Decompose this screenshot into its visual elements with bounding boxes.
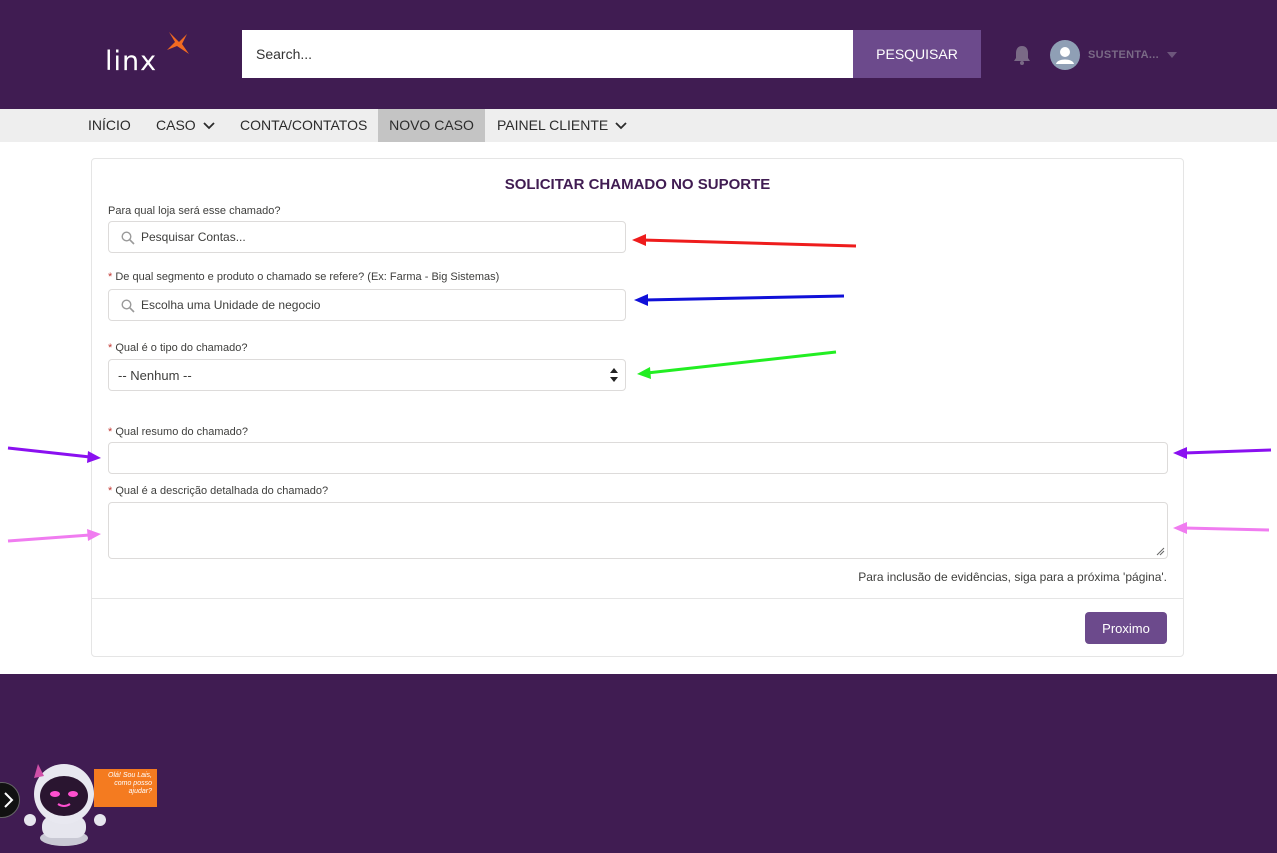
resize-grip-icon[interactable] [1156,547,1165,556]
main-nav: INÍCIO CASO CONTA/CONTATOS NOVO CASO PAI… [0,109,1277,142]
logo-text: linx [105,46,158,77]
new-case-form: SOLICITAR CHAMADO NO SUPORTE Para qual l… [91,158,1184,657]
type-label-text: Qual é o tipo do chamado? [115,342,248,354]
user-name: SUSTENTA... [1088,49,1159,61]
nav-item-caso[interactable]: CASO [145,109,226,142]
description-label-text: Qual é a descrição detalhada do chamado? [115,485,329,497]
required-marker: * [108,342,113,354]
search-box [242,30,853,78]
search-icon [121,299,135,313]
chevron-down-icon [203,121,215,129]
nav-item-label: NOVO CASO [389,117,474,133]
search-input[interactable] [242,30,853,78]
store-label: Para qual loja será esse chamado? [108,205,280,217]
type-selected-value: -- Nenhum -- [118,368,192,383]
evidence-hint: Para inclusão de evidências, siga para a… [858,570,1167,584]
next-button[interactable]: Proximo [1085,612,1167,644]
store-search-input[interactable] [109,222,625,252]
store-lookup [108,221,626,253]
segment-lookup [108,289,626,321]
nav-item-conta-contatos[interactable]: CONTA/CONTATOS [229,109,378,142]
required-marker: * [108,485,113,497]
type-select[interactable]: -- Nenhum -- [108,359,626,391]
nav-item-label: CASO [156,117,196,133]
greeting-line: como posso [114,780,152,787]
summary-label-text: Qual resumo do chamado? [115,426,249,438]
logo-mark-icon [167,32,189,54]
form-title: SOLICITAR CHAMADO NO SUPORTE [504,176,771,193]
form-divider [92,598,1183,599]
user-icon [1056,47,1074,64]
segment-label-text: De qual segmento e produto o chamado se … [115,271,500,283]
linx-logo[interactable]: linx [105,30,195,80]
required-marker: * [108,426,113,438]
close-icon [4,792,14,808]
chevron-down-icon [615,121,627,129]
user-menu[interactable]: SUSTENTA... [1050,40,1177,70]
nav-item-novo-caso[interactable]: NOVO CASO [378,109,485,142]
search-button[interactable]: PESQUISAR [853,30,981,78]
select-arrows-icon [610,368,618,382]
greeting-line: Olá! Sou Lais, [108,772,152,779]
nav-item-painel-cliente[interactable]: PAINEL CLIENTE [486,109,638,142]
nav-item-label: INÍCIO [88,117,131,133]
greeting-line: ajudar? [128,788,152,795]
summary-field [108,442,1168,474]
required-marker: * [108,271,113,283]
chatbot-greeting[interactable]: Olá! Sou Lais, como posso ajudar? [94,769,157,807]
description-label: * Qual é a descrição detalhada do chamad… [108,485,328,497]
segment-label: * De qual segmento e produto o chamado s… [108,271,499,283]
search-icon [121,231,135,245]
avatar [1050,40,1080,70]
type-label: * Qual é o tipo do chamado? [108,342,247,354]
segment-search-input[interactable] [109,290,625,320]
nav-item-inicio[interactable]: INÍCIO [77,109,142,142]
chat-close-button[interactable] [0,782,20,818]
summary-label: * Qual resumo do chamado? [108,426,248,438]
summary-input[interactable] [109,443,1167,473]
nav-item-label: CONTA/CONTATOS [240,117,368,133]
chevron-down-icon [1166,52,1177,58]
bell-icon[interactable] [1011,44,1033,66]
nav-item-label: PAINEL CLIENTE [497,117,609,133]
store-label-text: Para qual loja será esse chamado? [108,205,281,217]
site-header: linx PESQUISAR SUSTENTA... [0,0,1277,108]
description-textarea[interactable] [108,502,1168,559]
